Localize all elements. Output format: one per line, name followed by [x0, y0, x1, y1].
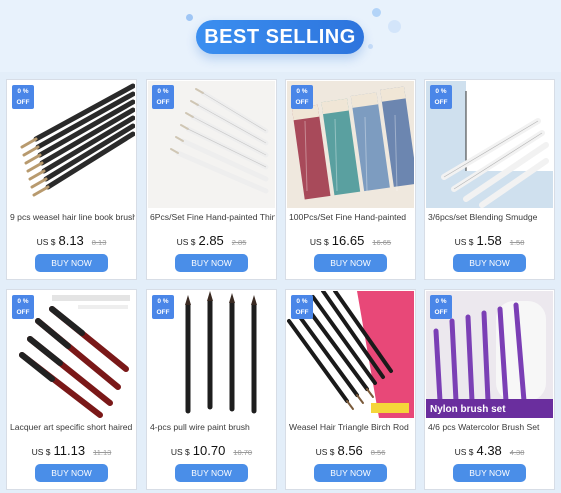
currency-label: US $ [309, 237, 329, 247]
sale-price: 8.13 [58, 233, 84, 248]
best-selling-banner: BEST SELLING [196, 20, 364, 54]
currency-label: US $ [454, 237, 474, 247]
sale-price: 1.58 [476, 233, 502, 248]
currency-label: US $ [36, 237, 56, 247]
original-price: 11.13 [93, 448, 112, 457]
price-row: US $ 2.85 2.85 [147, 233, 276, 249]
decor-dot [368, 44, 373, 49]
discount-badge: 0 % OFF [430, 295, 452, 319]
price-row: US $ 10.70 10.70 [147, 443, 276, 459]
original-price: 2.85 [231, 238, 247, 247]
currency-label: US $ [315, 447, 335, 457]
sale-price: 10.70 [192, 443, 226, 458]
buy-now-button[interactable]: BUY NOW [314, 464, 387, 482]
decor-dot [388, 20, 401, 33]
product-card[interactable]: 0 % OFF 100Pcs/Set Fine Hand-painted US $… [285, 79, 416, 280]
product-card[interactable]: 0 % OFF 6Pcs/Set Fine Hand-painted Thin U… [146, 79, 277, 280]
sale-price: 16.65 [331, 233, 365, 248]
discount-badge: 0 % OFF [291, 295, 313, 319]
product-card[interactable]: 0 % OFF Lacquer art specific short haired… [6, 289, 137, 490]
decor-dot [186, 14, 193, 21]
product-title[interactable]: Weasel Hair Triangle Birch Rod [289, 422, 414, 432]
product-title[interactable]: 9 pcs weasel hair line book brush [10, 212, 135, 222]
currency-label: US $ [31, 447, 51, 457]
discount-badge: 0 % OFF [152, 85, 174, 109]
original-price: 8.13 [91, 238, 107, 247]
product-title[interactable]: Lacquer art specific short haired [10, 422, 135, 432]
product-card[interactable]: 0 % OFF Weasel Hair Triangle Birch Rod US… [285, 289, 416, 490]
product-title[interactable]: 100Pcs/Set Fine Hand-painted [289, 212, 414, 222]
image-caption: Nylon brush set [430, 404, 506, 415]
discount-badge: 0 % OFF [12, 295, 34, 319]
price-row: US $ 11.13 11.13 [7, 443, 136, 459]
product-card[interactable]: 0 % OFF 9 pcs weasel hair line book brush… [6, 79, 137, 280]
product-title[interactable]: 6Pcs/Set Fine Hand-painted Thin [150, 212, 275, 222]
banner: BEST SELLING [0, 0, 561, 72]
currency-label: US $ [170, 447, 190, 457]
original-price: 4.38 [509, 448, 525, 457]
buy-now-button[interactable]: BUY NOW [175, 254, 248, 272]
sale-price: 11.13 [53, 443, 86, 458]
product-card[interactable]: 0 % OFF 4-pcs pull wire paint brush US $ … [146, 289, 277, 490]
price-row: US $ 16.65 16.65 [286, 233, 415, 249]
buy-now-button[interactable]: BUY NOW [314, 254, 387, 272]
product-title[interactable]: 4-pcs pull wire paint brush [150, 422, 275, 432]
original-price: 10.70 [233, 448, 253, 457]
sale-price: 8.56 [337, 443, 363, 458]
price-row: US $ 8.56 8.56 [286, 443, 415, 459]
product-card[interactable]: 0 % OFF 3/6pcs/set Blending Smudge US $ 1… [424, 79, 555, 280]
price-row: US $ 8.13 8.13 [7, 233, 136, 249]
sale-price: 4.38 [476, 443, 502, 458]
buy-now-button[interactable]: BUY NOW [453, 254, 526, 272]
price-row: US $ 4.38 4.38 [425, 443, 554, 459]
discount-badge: 0 % OFF [152, 295, 174, 319]
original-price: 16.65 [372, 238, 392, 247]
currency-label: US $ [176, 237, 196, 247]
discount-badge: 0 % OFF [430, 85, 452, 109]
discount-badge: 0 % OFF [12, 85, 34, 109]
original-price: 8.56 [370, 448, 386, 457]
product-title[interactable]: 4/6 pcs Watercolor Brush Set [428, 422, 553, 432]
buy-now-button[interactable]: BUY NOW [453, 464, 526, 482]
discount-badge: 0 % OFF [291, 85, 313, 109]
product-card[interactable]: Nylon brush set 0 % OFF 4/6 pcs Watercolo… [424, 289, 555, 490]
sale-price: 2.85 [198, 233, 224, 248]
price-row: US $ 1.58 1.58 [425, 233, 554, 249]
buy-now-button[interactable]: BUY NOW [175, 464, 248, 482]
buy-now-button[interactable]: BUY NOW [35, 254, 108, 272]
product-title[interactable]: 3/6pcs/set Blending Smudge [428, 212, 553, 222]
original-price: 1.58 [509, 238, 525, 247]
decor-dot [372, 8, 381, 17]
currency-label: US $ [454, 447, 474, 457]
buy-now-button[interactable]: BUY NOW [35, 464, 108, 482]
